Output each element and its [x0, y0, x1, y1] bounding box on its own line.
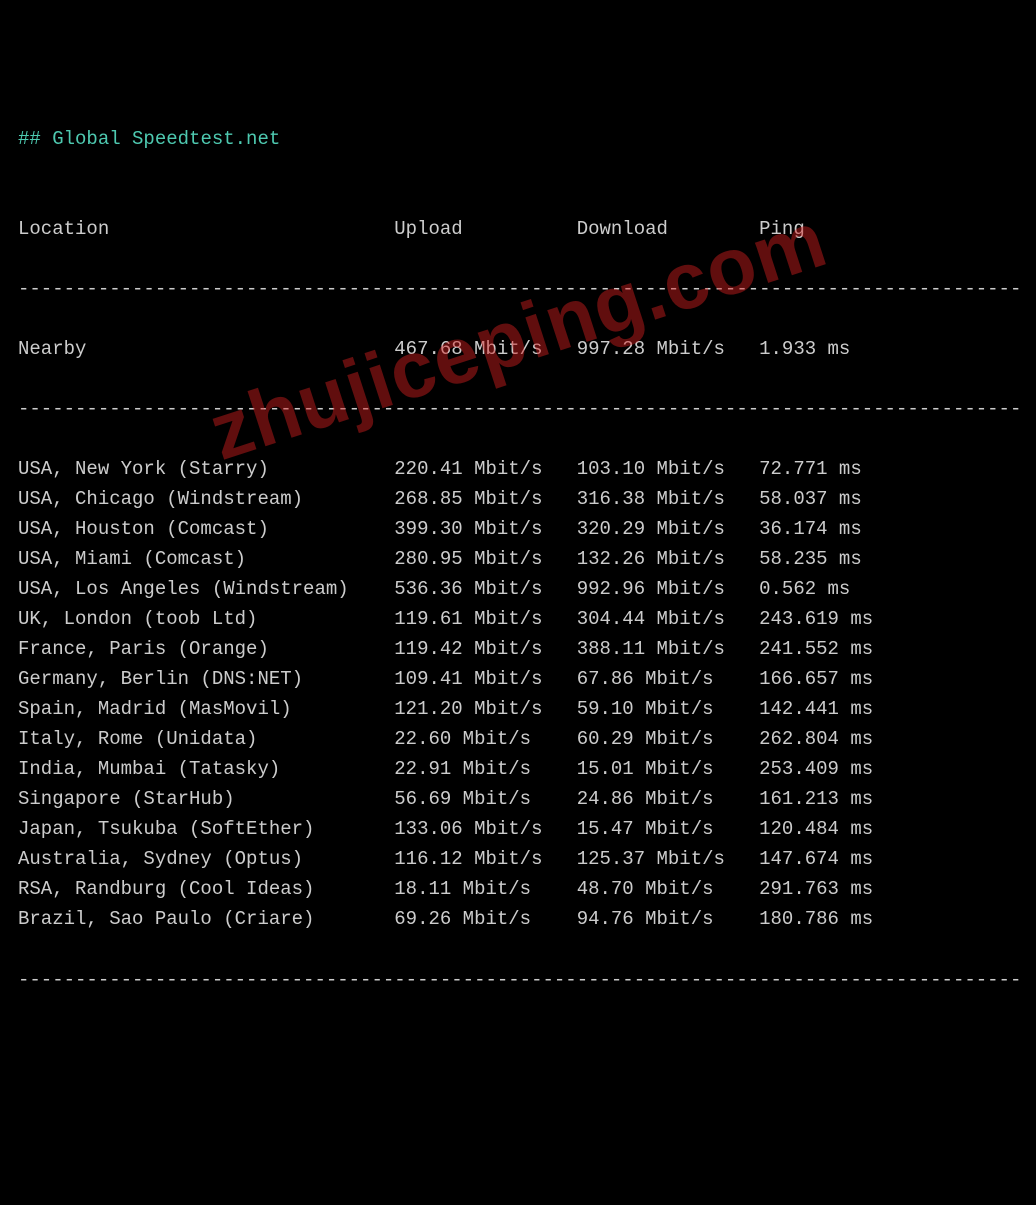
- blank-line: [18, 154, 1036, 184]
- table-row: France, Paris (Orange) 119.42 Mbit/s 388…: [18, 634, 1036, 664]
- divider: ----------------------------------------…: [18, 394, 1036, 424]
- divider: ----------------------------------------…: [18, 274, 1036, 304]
- table-row: Germany, Berlin (DNS:NET) 109.41 Mbit/s …: [18, 664, 1036, 694]
- table-row: Spain, Madrid (MasMovil) 121.20 Mbit/s 5…: [18, 694, 1036, 724]
- table-row: RSA, Randburg (Cool Ideas) 18.11 Mbit/s …: [18, 874, 1036, 904]
- table-row: USA, New York (Starry) 220.41 Mbit/s 103…: [18, 454, 1036, 484]
- divider: ----------------------------------------…: [18, 965, 1036, 995]
- table-row: Italy, Rome (Unidata) 22.60 Mbit/s 60.29…: [18, 724, 1036, 754]
- table-row: USA, Miami (Comcast) 280.95 Mbit/s 132.2…: [18, 544, 1036, 574]
- table-row: USA, Chicago (Windstream) 268.85 Mbit/s …: [18, 484, 1036, 514]
- table-header: Location Upload Download Ping: [18, 214, 1036, 244]
- table-row: USA, Los Angeles (Windstream) 536.36 Mbi…: [18, 574, 1036, 604]
- section-title: ## Global Speedtest.net: [18, 128, 280, 150]
- table-body: USA, New York (Starry) 220.41 Mbit/s 103…: [18, 454, 1036, 934]
- table-row: Australia, Sydney (Optus) 116.12 Mbit/s …: [18, 844, 1036, 874]
- nearby-row: Nearby 467.68 Mbit/s 997.28 Mbit/s 1.933…: [18, 334, 1036, 364]
- table-row: Singapore (StarHub) 56.69 Mbit/s 24.86 M…: [18, 784, 1036, 814]
- table-row: India, Mumbai (Tatasky) 22.91 Mbit/s 15.…: [18, 754, 1036, 784]
- table-row: USA, Houston (Comcast) 399.30 Mbit/s 320…: [18, 514, 1036, 544]
- table-row: Brazil, Sao Paulo (Criare) 69.26 Mbit/s …: [18, 904, 1036, 934]
- table-row: UK, London (toob Ltd) 119.61 Mbit/s 304.…: [18, 604, 1036, 634]
- table-row: Japan, Tsukuba (SoftEther) 133.06 Mbit/s…: [18, 814, 1036, 844]
